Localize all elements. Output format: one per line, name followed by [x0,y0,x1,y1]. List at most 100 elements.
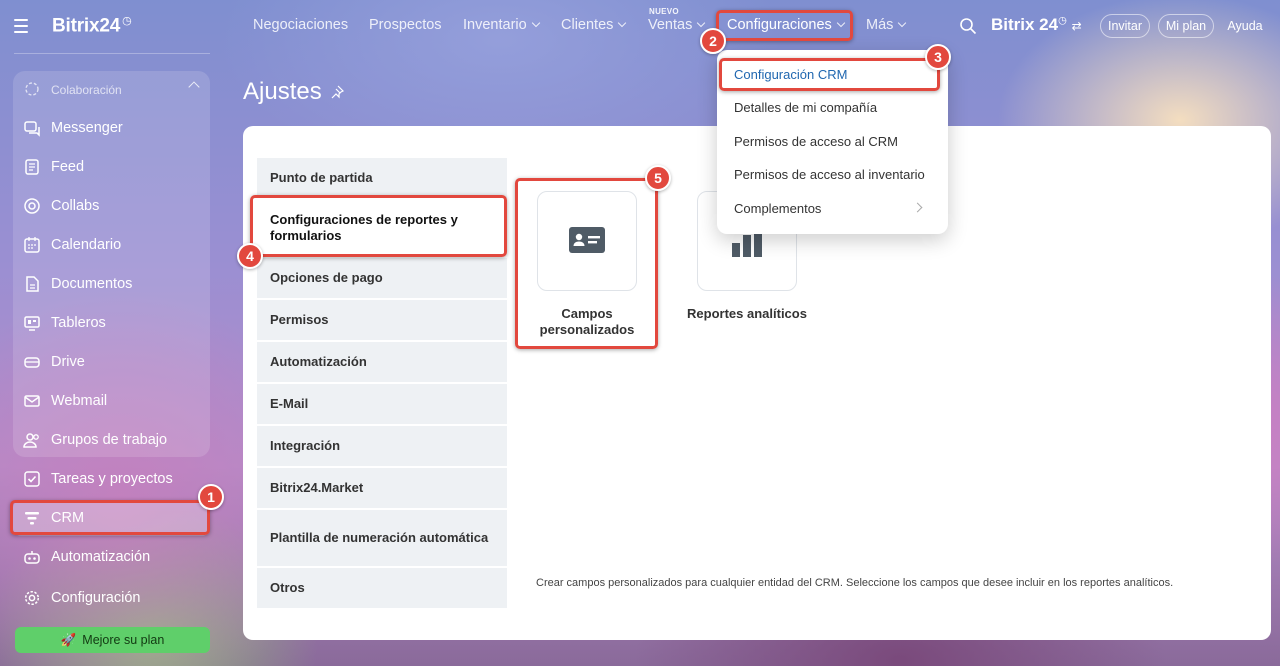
sidebar-item-automation[interactable]: Automatización [13,539,210,575]
invite-button[interactable]: Invitar [1100,14,1150,38]
sidebar-item-boards[interactable]: Tableros [13,305,210,341]
page-title: Ajustes [243,78,344,106]
sidebar-item-label: Feed [51,159,85,175]
sidebar-item-collabs[interactable]: Collabs [13,188,210,224]
dropdown-item-inventory-access[interactable]: Permisos de acceso al inventario [734,167,925,182]
sidebar-item-label: Documentos [51,276,133,292]
menu-item-other[interactable]: Otros [257,568,507,608]
collaboration-icon [23,80,41,101]
left-sidebar: Bitrix24 ◷ Colaboración Messenger Feed Co… [0,0,226,666]
custom-fields-label[interactable]: Campos personalizados [527,306,647,337]
menu-item-integration[interactable]: Integración [257,426,507,466]
nav-sales-label: Ventas [648,17,693,33]
nav-inventory[interactable]: Inventario [463,17,540,33]
chevron-up-icon[interactable] [188,81,200,93]
nav-leads[interactable]: Prospectos [369,17,442,33]
sidebar-item-feed[interactable]: Feed [13,149,210,185]
group-title[interactable]: Colaboración [23,79,122,101]
sidebar-header: Bitrix24 ◷ [14,8,132,44]
upgrade-plan-button[interactable]: 🚀 Mejore su plan [15,627,210,653]
chevron-down-icon [531,18,540,28]
board-icon [23,314,41,332]
group-title-label: Colaboración [51,83,122,97]
chat-icon [23,119,41,137]
annotation-badge-3: 3 [925,44,951,70]
sidebar-item-label: Tareas y proyectos [51,471,173,487]
sidebar-item-label: Grupos de trabajo [51,432,168,448]
menu-item-numbering-template[interactable]: Plantilla de numeración automática [257,510,507,566]
custom-fields-tile[interactable] [537,191,637,291]
rocket-icon: 🚀 [60,632,77,647]
section-description: Crear campos personalizados para cualqui… [536,577,1174,589]
menu-item-reports-forms[interactable]: Configuraciones de reportes y formulario… [257,199,507,257]
robot-icon [23,548,41,566]
nav-more[interactable]: Más [866,17,907,33]
sidebar-item-label: Messenger [51,120,123,136]
menu-item-payment-options[interactable]: Opciones de pago [257,258,507,298]
gear-icon [23,589,41,607]
sidebar-item-messenger[interactable]: Messenger [13,110,210,146]
clock-icon: ◷ [122,15,132,28]
sidebar-item-tasks[interactable]: Tareas y proyectos [13,461,210,497]
sidebar-item-drive[interactable]: Drive [13,344,210,380]
sidebar-item-label: CRM [51,510,85,526]
menu-item-email[interactable]: E-Mail [257,384,507,424]
menu-burger-icon[interactable] [14,14,38,38]
search-icon[interactable] [959,17,977,35]
nav-clients-label: Clientes [561,17,614,33]
id-card-icon [569,227,605,253]
annotation-badge-4: 4 [237,243,263,269]
nav-deals[interactable]: Negociaciones [253,17,348,33]
calendar-icon [23,236,41,254]
crm-funnel-icon [23,509,41,527]
feed-icon [23,158,41,176]
menu-item-starting-point[interactable]: Punto de partida [257,158,507,198]
document-icon [23,275,41,293]
annotation-badge-2: 2 [700,28,726,54]
toggle-icon: ⇄ [1071,19,1082,33]
dropdown-item-company-details[interactable]: Detalles de mi compañía [734,100,877,115]
tasks-icon [23,470,41,488]
group-icon [23,431,41,449]
collabs-icon [23,197,41,215]
annotation-badge-5: 5 [645,165,671,191]
new-badge: NUEVO [649,7,679,16]
nav-more-label: Más [866,17,894,33]
menu-item-market[interactable]: Bitrix24.Market [257,468,507,508]
top-navigation: Negociaciones Prospectos Inventario Clie… [226,0,1280,52]
dropdown-item-addons[interactable]: Complementos [734,201,821,216]
page-title-text: Ajustes [243,78,322,105]
sidebar-item-label: Drive [51,354,85,370]
upgrade-plan-label: Mejore su plan [82,633,165,647]
dropdown-item-crm-settings[interactable]: Configuración CRM [734,67,847,82]
sidebar-divider [14,53,210,54]
pin-icon[interactable] [330,85,344,99]
chevron-down-icon [836,18,846,28]
brand-logo-top[interactable]: Bitrix 24◷ ⇄ [991,15,1082,35]
sidebar-item-label: Calendario [51,237,122,253]
sidebar-item-webmail[interactable]: Webmail [13,383,210,419]
brand-logo[interactable]: Bitrix24 ◷ [52,14,132,37]
sidebar-item-documents[interactable]: Documentos [13,266,210,302]
menu-item-automation[interactable]: Automatización [257,342,507,382]
nav-settings-label: Configuraciones [727,17,832,33]
nav-inventory-label: Inventario [463,17,527,33]
sidebar-item-settings[interactable]: Configuración [13,580,210,616]
drive-icon [23,353,41,371]
sidebar-item-workgroups[interactable]: Grupos de trabajo [13,422,210,458]
sidebar-item-label: Automatización [51,549,151,565]
sidebar-item-label: Configuración [51,590,141,606]
analytics-reports-label[interactable]: Reportes analíticos [677,306,817,322]
sidebar-item-crm[interactable]: CRM [13,500,210,536]
nav-sales[interactable]: Ventas [648,17,706,33]
dropdown-item-crm-access[interactable]: Permisos de acceso al CRM [734,134,898,149]
sidebar-item-calendar[interactable]: Calendario [13,227,210,263]
nav-clients[interactable]: Clientes [561,17,627,33]
menu-item-permissions[interactable]: Permisos [257,300,507,340]
nav-settings[interactable]: Configuraciones [727,17,846,33]
chevron-down-icon [618,18,627,28]
annotation-badge-1: 1 [198,484,224,510]
chevron-down-icon [898,18,907,28]
my-plan-button[interactable]: Mi plan [1158,14,1214,38]
help-button[interactable]: Ayuda [1222,14,1268,38]
